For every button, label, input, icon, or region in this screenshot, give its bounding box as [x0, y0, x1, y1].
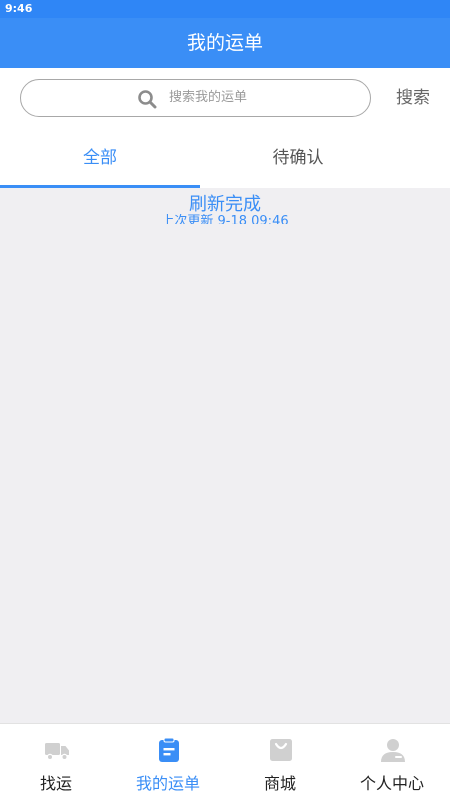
bottom-nav: 找运 我的运单 商城 个人中心 — [0, 723, 450, 800]
nav-item-mall[interactable]: 商城 — [224, 724, 336, 800]
waybill-list[interactable]: 刷新完成 上次更新 9-18 09:46 — [0, 188, 450, 723]
title-bar: 我的运单 — [0, 18, 450, 68]
tab-pending-confirmation[interactable]: 待确认 — [198, 130, 398, 188]
nav-label-personal-center: 个人中心 — [359, 774, 424, 793]
nav-item-find-cargo[interactable]: 找运 — [0, 724, 112, 800]
nav-label-mall: 商城 — [263, 774, 296, 793]
tab-bar: 全部 待确认 — [0, 130, 450, 188]
nav-label-my-waybills: 我的运单 — [135, 774, 200, 793]
nav-label-find-cargo: 找运 — [39, 774, 72, 793]
status-time: 9:46 — [5, 2, 33, 15]
tab-all[interactable]: 全部 — [0, 130, 200, 188]
search-input[interactable]: 搜索我的运单 — [20, 79, 371, 117]
page-title: 我的运单 — [186, 32, 263, 54]
search-button[interactable]: 搜索 — [390, 79, 436, 117]
clipboard-icon — [159, 737, 179, 762]
refresh-status: 刷新完成 — [189, 194, 261, 215]
status-bar: 9:46 — [0, 0, 450, 18]
search-placeholder: 搜索我的运单 — [169, 90, 248, 105]
nav-item-personal-center[interactable]: 个人中心 — [336, 724, 448, 800]
refresh-last-update: 上次更新 9-18 09:46 — [161, 214, 289, 224]
truck-icon — [45, 743, 69, 761]
shopping-bag-icon — [270, 739, 292, 761]
nav-item-my-waybills[interactable]: 我的运单 — [112, 724, 224, 800]
search-area: 搜索我的运单 搜索 — [0, 68, 450, 130]
search-icon — [138, 90, 157, 109]
person-icon — [381, 739, 405, 762]
